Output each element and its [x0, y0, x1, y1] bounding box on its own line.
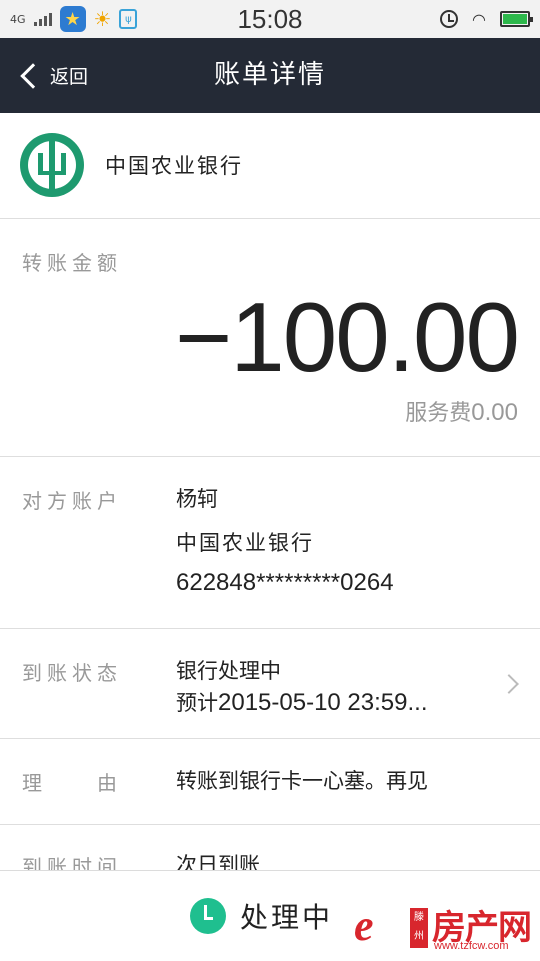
arrival-status-label: 到账状态: [22, 661, 122, 685]
reason-row: 理 由 转账到银行卡一心塞。再见: [0, 739, 540, 825]
reason-value: 转账到银行卡一心塞。再见: [176, 769, 428, 793]
arrival-eta: 预计2015-05-10 23:59...: [176, 687, 428, 717]
page-title: 账单详情: [213, 60, 326, 90]
status-right: ◠: [440, 7, 533, 31]
bank-header: 中国农业银行: [0, 113, 540, 219]
arrival-time-row: 到账时间 次日到账: [0, 825, 540, 870]
amount-section: 转账金额 −100.00 服务费0.00: [0, 219, 540, 457]
service-fee: 服务费0.00: [405, 395, 518, 427]
reason-label: 理 由: [22, 771, 122, 795]
bank-name: 中国农业银行: [105, 154, 243, 178]
processing-status-text: 处理中: [240, 901, 334, 934]
recipient-card: 622848*********0264: [176, 569, 394, 596]
eta-value: 2015-05-10 23:59...: [218, 689, 428, 716]
arrival-status-text: 银行处理中: [176, 659, 281, 683]
fee-value: 0.00: [471, 399, 518, 426]
chevron-right-icon: [499, 674, 519, 694]
recipient-row: 对方账户 杨轲 中国农业银行 622848*********0264: [0, 457, 540, 629]
eta-prefix: 预计: [176, 691, 218, 715]
site-watermark: e 滕州 房产网 www.tzfcw.com: [354, 900, 534, 956]
watermark-city: 滕州: [410, 908, 428, 948]
recipient-name: 杨轲: [176, 487, 218, 511]
recipient-label: 对方账户: [22, 489, 122, 513]
watermark-logo-icon: e: [354, 901, 374, 950]
nav-bar: 返回 账单详情: [0, 38, 540, 113]
battery-icon: [500, 11, 533, 27]
clock-icon: [190, 898, 226, 934]
amount-label: 转账金额: [22, 251, 122, 275]
arrival-time-value: 次日到账: [176, 853, 260, 870]
recipient-bank: 中国农业银行: [176, 531, 314, 555]
wifi-icon: ◠: [472, 9, 486, 29]
alarm-icon: [440, 10, 459, 28]
amount-value: −100.00: [175, 282, 520, 392]
abc-bank-logo-icon: [20, 133, 84, 197]
watermark-url: www.tzfcw.com: [434, 940, 509, 952]
arrival-time-label: 到账时间: [22, 855, 122, 870]
arrival-status-row[interactable]: 到账状态 银行处理中 预计2015-05-10 23:59...: [0, 629, 540, 739]
processing-status: 处理中: [190, 871, 333, 961]
fee-label: 服务费: [405, 401, 472, 426]
status-bar: 4G ★ ☀ ψ 15:08 ◠: [0, 0, 540, 38]
